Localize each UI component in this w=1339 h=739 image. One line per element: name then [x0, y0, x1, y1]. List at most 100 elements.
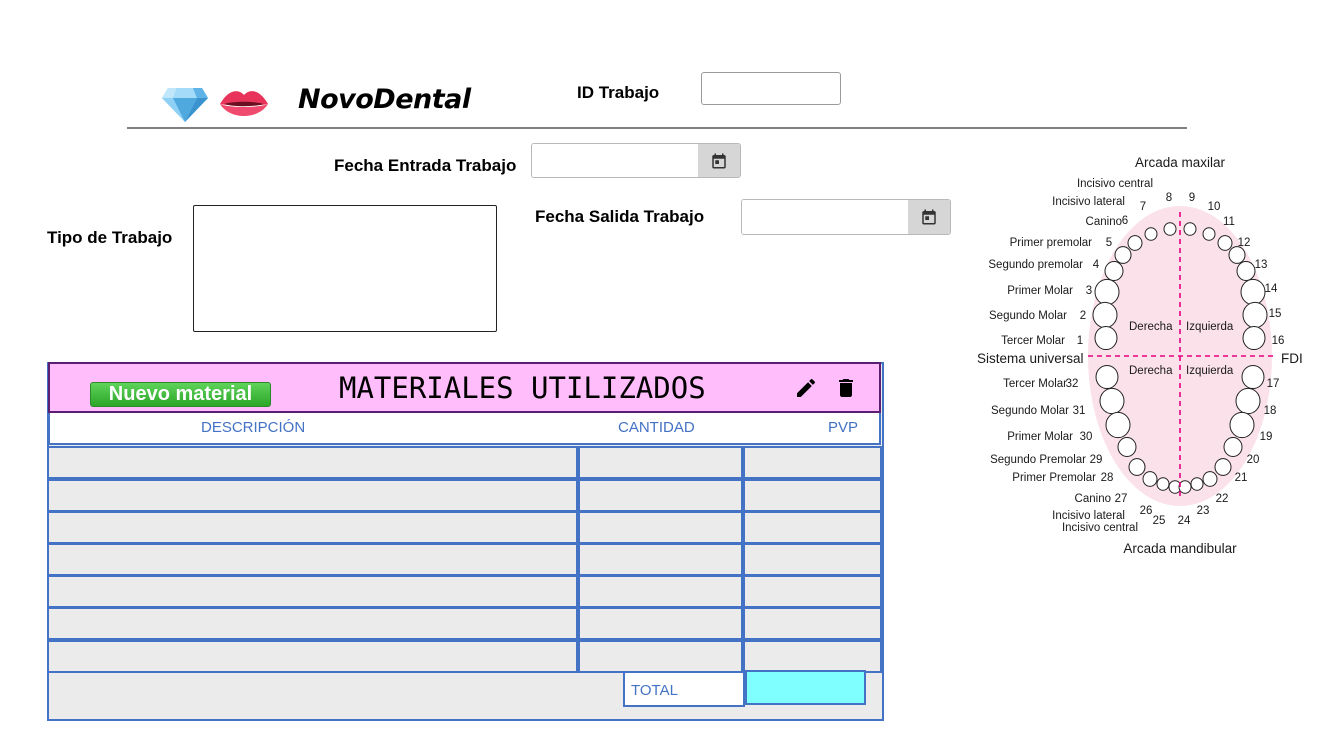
materials-title: MATERIALES UTILIZADOS: [339, 371, 706, 405]
tooth-lower-right-2[interactable]: [1099, 387, 1125, 415]
tooth-upper-right-7[interactable]: [1092, 301, 1118, 329]
tooth-upper-left-8[interactable]: [1242, 325, 1266, 351]
delete-icon[interactable]: [834, 376, 858, 400]
descripcion-cell[interactable]: [47, 607, 578, 640]
pvp-cell[interactable]: [743, 575, 882, 608]
total-value[interactable]: [745, 670, 866, 705]
descripcion-cell[interactable]: [47, 511, 578, 544]
tooth-name-lower: Segundo Molar: [991, 405, 1069, 417]
tooth-lower-left-2[interactable]: [1235, 387, 1261, 415]
tooth-lower-left-4[interactable]: [1223, 437, 1243, 457]
tooth-name-upper: Primer Molar: [1007, 285, 1073, 297]
brand-name: NovoDental: [298, 84, 471, 115]
tooth-upper-left-6[interactable]: [1240, 278, 1266, 306]
column-pvp[interactable]: PVP: [828, 419, 858, 436]
pvp-cell[interactable]: [743, 511, 882, 544]
tooth-lower-right-4[interactable]: [1117, 437, 1137, 457]
descripcion-cell[interactable]: [47, 575, 578, 608]
lips-icon: [220, 91, 268, 116]
tooth-lower-left-8[interactable]: [1178, 480, 1192, 494]
cantidad-cell[interactable]: [578, 446, 743, 479]
edit-icon[interactable]: [794, 376, 818, 400]
fecha-salida-input[interactable]: [742, 200, 908, 234]
pvp-cell[interactable]: [743, 640, 882, 673]
derecha-upper-label: Derecha: [1129, 321, 1173, 333]
column-cantidad[interactable]: CANTIDAD: [618, 419, 695, 436]
tooth-number-upper-right: 15: [1269, 308, 1282, 320]
tooth-name-upper: Tercer Molar: [1001, 335, 1065, 347]
tooth-number-lower-left: 31: [1073, 405, 1086, 417]
sistema-universal-label: Sistema universal: [977, 351, 1084, 366]
tooth-number-upper-left: 1: [1077, 335, 1083, 347]
column-descripcion[interactable]: DESCRIPCIÓN: [201, 419, 305, 436]
tooth-upper-right-5[interactable]: [1104, 261, 1124, 281]
tooth-lower-right-7[interactable]: [1156, 477, 1170, 491]
dental-chart: Arcada maxilar Arcada mandibular Sistema…: [977, 155, 1303, 556]
cantidad-cell[interactable]: [578, 479, 743, 512]
tooth-lower-left-1[interactable]: [1241, 364, 1265, 390]
tooth-lower-left-3[interactable]: [1229, 411, 1255, 439]
tooth-lower-right-5[interactable]: [1128, 458, 1146, 476]
tooth-lower-left-7[interactable]: [1190, 477, 1204, 491]
tooth-upper-right-6[interactable]: [1094, 278, 1120, 306]
calendar-icon[interactable]: [908, 200, 950, 234]
tooth-upper-left-5[interactable]: [1236, 261, 1256, 281]
cantidad-cell[interactable]: [578, 543, 743, 576]
pvp-cell[interactable]: [743, 543, 882, 576]
nuevo-material-button[interactable]: Nuevo material: [90, 382, 271, 407]
tooth-name-lower: Tercer Molar: [1003, 378, 1067, 390]
tooth-name-lower: Segundo Premolar: [990, 454, 1086, 466]
fecha-salida-field[interactable]: [741, 199, 951, 235]
tooth-upper-right-2[interactable]: [1144, 227, 1158, 241]
fecha-entrada-label: Fecha Entrada Trabajo: [334, 156, 517, 175]
tooth-number-lower-right: 18: [1264, 405, 1277, 417]
tooth-upper-left-3[interactable]: [1217, 235, 1233, 251]
tooth-name-lower: Primer Molar: [1007, 431, 1073, 443]
fecha-entrada-field[interactable]: [531, 143, 741, 178]
cantidad-cell[interactable]: [578, 640, 743, 673]
tooth-name-upper: Incisivo lateral: [1052, 196, 1125, 208]
tooth-lower-right-1[interactable]: [1095, 364, 1119, 390]
tooth-upper-right-8[interactable]: [1094, 325, 1118, 351]
tooth-lower-right-3[interactable]: [1105, 411, 1131, 439]
tooth-upper-right-1[interactable]: [1163, 222, 1177, 236]
fecha-entrada-input[interactable]: [532, 144, 698, 177]
descripcion-cell[interactable]: [47, 543, 578, 576]
app-logo: NovoDental: [160, 82, 471, 126]
tooth-lower-left-6[interactable]: [1202, 471, 1218, 487]
tooth-upper-left-4[interactable]: [1228, 246, 1246, 264]
tooth-name-lower: Incisivo lateral: [1052, 510, 1125, 522]
cantidad-cell[interactable]: [578, 607, 743, 640]
descripcion-cell[interactable]: [47, 479, 578, 512]
descripcion-cell[interactable]: [47, 446, 578, 479]
calendar-icon[interactable]: [698, 144, 740, 177]
tooth-name-upper: Segundo Molar: [989, 310, 1067, 322]
materials-column-header: DESCRIPCIÓN CANTIDAD PVP: [48, 413, 881, 445]
tooth-number-upper-left: 7: [1140, 201, 1146, 213]
tooth-number-upper-right: 16: [1272, 335, 1285, 347]
tooth-number-lower-right: 19: [1260, 431, 1273, 443]
tooth-lower-left-5[interactable]: [1214, 458, 1232, 476]
derecha-lower-label: Derecha: [1129, 365, 1173, 377]
pvp-cell[interactable]: [743, 607, 882, 640]
pvp-cell[interactable]: [743, 479, 882, 512]
tooth-number-lower-right: 23: [1197, 505, 1210, 517]
cantidad-cell[interactable]: [578, 575, 743, 608]
materials-header: Nuevo material MATERIALES UTILIZADOS: [48, 362, 881, 413]
tipo-trabajo-textarea[interactable]: [193, 205, 497, 332]
tooth-lower-right-6[interactable]: [1142, 471, 1158, 487]
tooth-upper-left-2[interactable]: [1202, 227, 1216, 241]
tooth-upper-left-1[interactable]: [1183, 222, 1197, 236]
pvp-cell[interactable]: [743, 446, 882, 479]
descripcion-cell[interactable]: [47, 640, 578, 673]
tooth-upper-left-7[interactable]: [1242, 301, 1268, 329]
tooth-number-upper-left: 3: [1086, 285, 1092, 297]
tooth-upper-right-4[interactable]: [1114, 246, 1132, 264]
id-trabajo-input[interactable]: [701, 72, 841, 105]
tooth-number-lower-left: 26: [1140, 505, 1153, 517]
diamond-icon: [162, 88, 208, 122]
tooth-upper-right-3[interactable]: [1127, 235, 1143, 251]
tooth-name-upper: Primer premolar: [1010, 237, 1093, 249]
cantidad-cell[interactable]: [578, 511, 743, 544]
tooth-number-lower-left: 29: [1090, 454, 1103, 466]
